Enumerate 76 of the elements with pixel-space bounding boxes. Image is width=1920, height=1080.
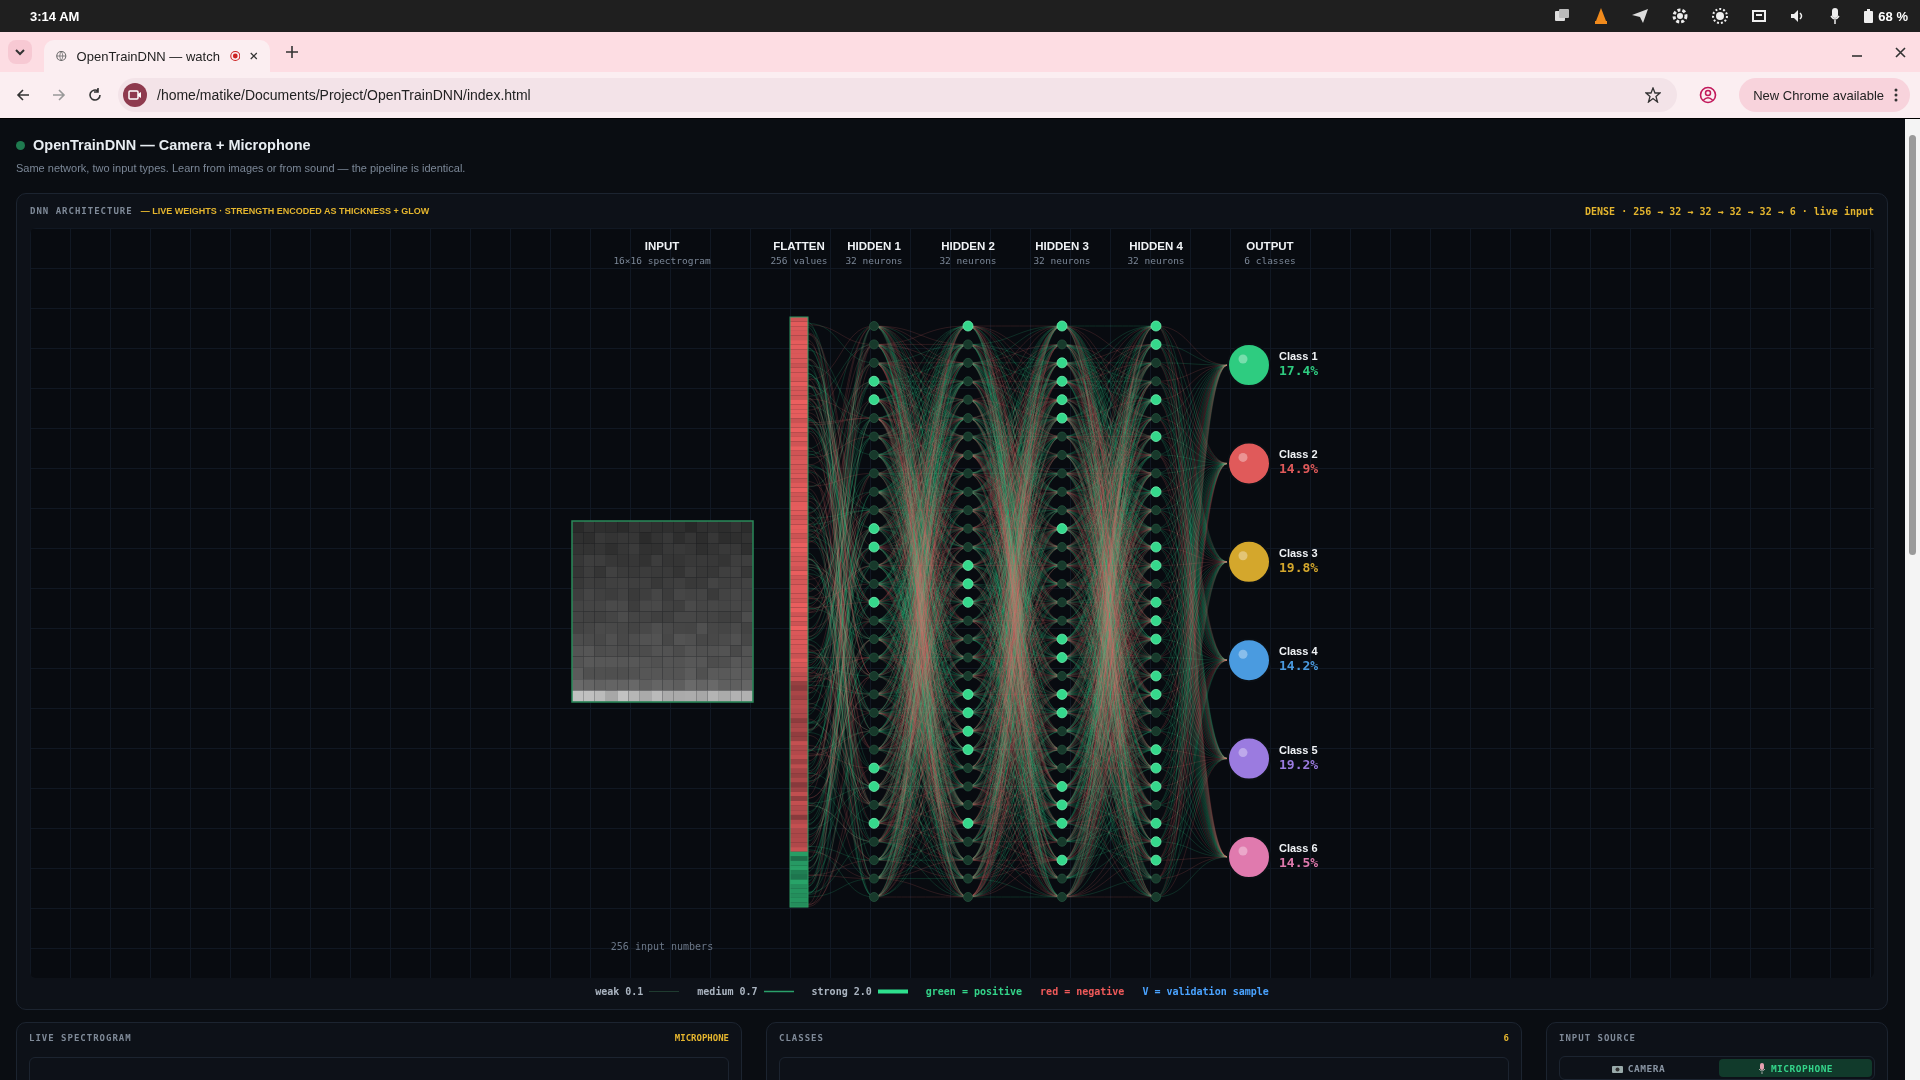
layer-title: HIDDEN 4 xyxy=(1129,240,1183,252)
settings-icon[interactable] xyxy=(1672,8,1689,24)
tab-list-button[interactable] xyxy=(8,40,32,64)
keyboard-icon[interactable] xyxy=(1752,9,1767,23)
legend-line xyxy=(763,989,794,994)
class-name: Class 1 xyxy=(1279,350,1319,362)
close-icon[interactable] xyxy=(250,51,258,61)
legend-label: strong 2.0 xyxy=(811,986,872,997)
reload-icon[interactable] xyxy=(88,88,102,102)
status-dot xyxy=(16,140,25,150)
class-name: Class 6 xyxy=(1279,842,1319,854)
cone-icon[interactable] xyxy=(1594,8,1609,24)
new-tab-icon[interactable] xyxy=(286,46,298,58)
panel-label: LIVE SPECTROGRAM xyxy=(29,1033,132,1043)
layer-subtitle: 32 neurons xyxy=(1033,255,1091,266)
layer-title: FLATTEN xyxy=(773,240,825,252)
legend-label: medium 0.7 xyxy=(697,986,758,997)
camera-icon xyxy=(1611,1063,1623,1073)
source-tab[interactable]: CAMERA xyxy=(1562,1059,1715,1077)
legend-label: weak 0.1 xyxy=(595,986,644,997)
browser-tab[interactable]: OpenTrainDNN — watch xyxy=(44,40,270,72)
page-title: OpenTrainDNN — Camera + Microphone xyxy=(33,137,311,153)
architecture-summary: DENSE · 256 → 32 → 32 → 32 → 32 → 6 · live input xyxy=(1585,205,1874,217)
brightness-icon[interactable] xyxy=(1712,8,1729,24)
class-probability: 19.8% xyxy=(1279,559,1319,575)
layer-subtitle: 32 neurons xyxy=(845,255,903,266)
layer-title: OUTPUT xyxy=(1246,240,1294,252)
camera-indicator-icon[interactable] xyxy=(123,83,147,107)
class-probability: 19.2% xyxy=(1279,756,1319,772)
layer-title: HIDDEN 3 xyxy=(1035,240,1089,252)
menu-icon xyxy=(1894,88,1898,102)
microphone-icon[interactable] xyxy=(1830,8,1841,24)
layer-subtitle: 32 neurons xyxy=(1127,255,1185,266)
battery-level: 68 % xyxy=(1878,8,1908,24)
layer-title: HIDDEN 1 xyxy=(847,240,901,252)
layer-title: INPUT xyxy=(644,240,680,252)
update-chrome-button[interactable]: New Chrome available xyxy=(1739,78,1910,112)
profile-icon[interactable] xyxy=(1699,86,1718,104)
chevron-down-icon xyxy=(15,48,25,56)
page-subtitle: Same network, two input types. Learn from images or from sound — the pipeline is identical. xyxy=(16,162,467,174)
layer-subtitle: 32 neurons xyxy=(939,255,997,266)
panel-label: DNN ARCHITECTURE xyxy=(30,206,133,216)
source-tab[interactable]: MICROPHONE xyxy=(1719,1059,1872,1077)
clock-time: 3:14 AM xyxy=(30,8,80,24)
back-icon[interactable] xyxy=(16,88,30,102)
legend-note: red = negative xyxy=(1040,986,1125,997)
class-probability: 17.4% xyxy=(1279,363,1319,378)
scrollbar[interactable] xyxy=(1905,119,1920,1080)
class-probability: 14.5% xyxy=(1279,855,1319,870)
class-probability: 14.9% xyxy=(1279,461,1319,477)
panel-tag-label: 6 xyxy=(1503,1033,1509,1043)
layer-title: HIDDEN 2 xyxy=(941,240,995,252)
class-name: Class 3 xyxy=(1279,546,1319,559)
panel-tag-label: MICROPHONE xyxy=(674,1033,729,1043)
close-window-icon[interactable] xyxy=(1895,46,1906,58)
address-bar[interactable]: /home/matike/Documents/Project/OpenTrainDNN/index.html xyxy=(118,78,1678,112)
globe-icon xyxy=(56,49,67,63)
class-name: Class 2 xyxy=(1279,448,1319,461)
layer-subtitle: 256 values xyxy=(770,255,828,266)
layer-subtitle: 6 classes xyxy=(1244,255,1296,266)
layer-subtitle: 16×16 spectrogram xyxy=(613,255,711,266)
microphone-icon xyxy=(1757,1062,1766,1074)
send-icon[interactable] xyxy=(1632,9,1649,23)
class-name: Class 4 xyxy=(1279,645,1319,658)
panel-note: — LIVE WEIGHTS · STRENGTH ENCODED AS THICKNESS + GLOW xyxy=(140,206,430,216)
recording-icon xyxy=(229,49,241,63)
legend-note: V = validation sample xyxy=(1142,986,1269,997)
panel-label: CLASSES xyxy=(779,1033,824,1043)
bookmark-star-icon[interactable] xyxy=(1645,87,1662,103)
window-icon[interactable] xyxy=(1554,9,1571,23)
battery-icon[interactable] xyxy=(1864,9,1874,23)
class-name: Class 5 xyxy=(1279,743,1319,756)
legend-note: green = positive xyxy=(925,986,1023,997)
input-caption: 256 input numbers xyxy=(609,941,715,952)
panel-label: INPUT SOURCE xyxy=(1559,1033,1637,1043)
class-probability: 14.2% xyxy=(1279,658,1319,674)
